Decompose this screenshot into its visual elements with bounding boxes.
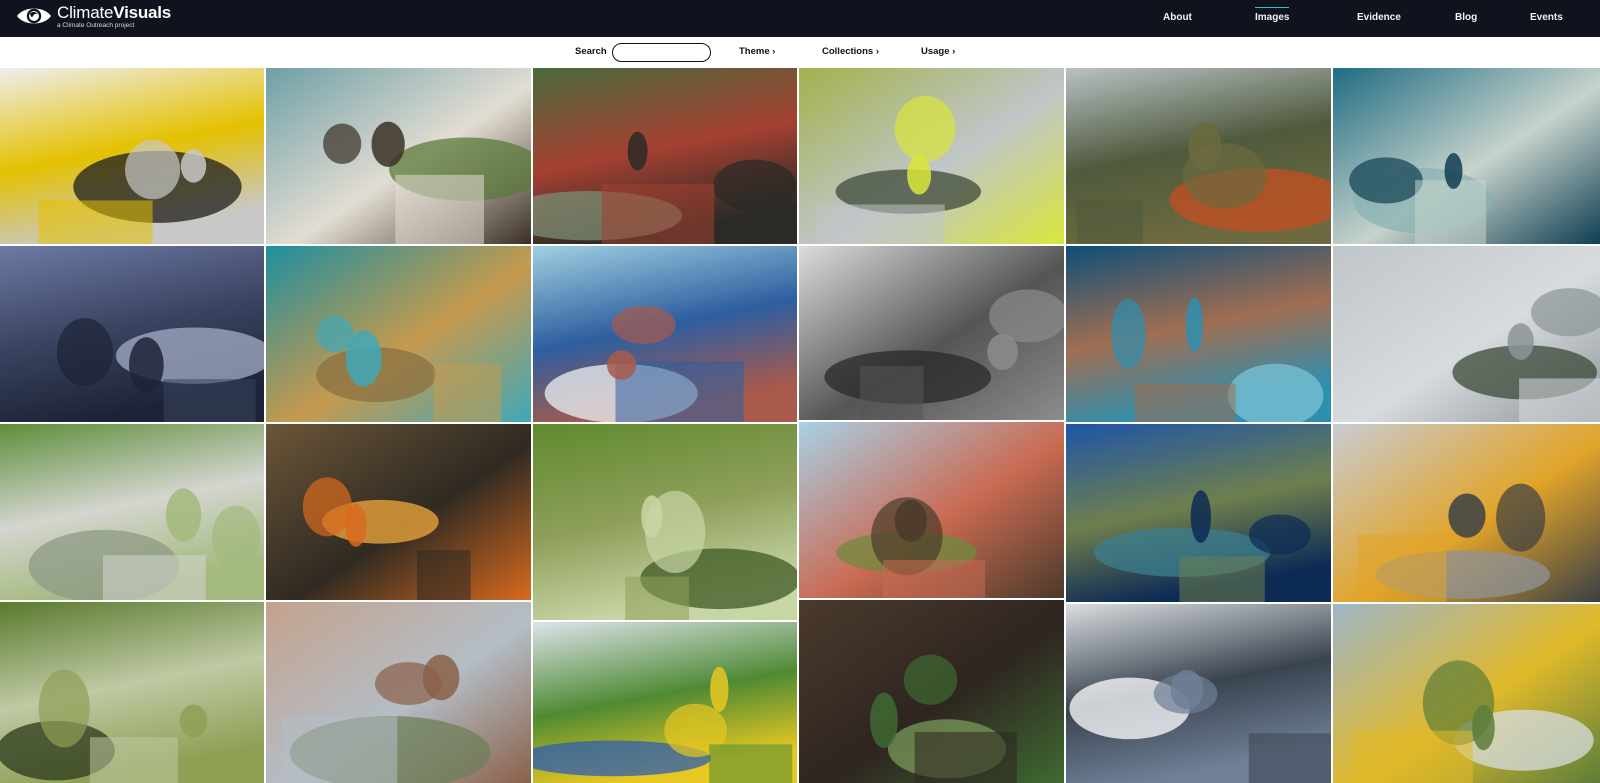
photo-thumbnail [266,424,531,600]
top-nav-bar: ClimateVisuals a Climate Outreach projec… [0,0,1600,37]
photo-thumbnail [0,68,264,244]
photo-thumbnail [1333,246,1600,422]
nav-item-events[interactable]: Events [1530,0,1563,37]
image-tile[interactable] [266,424,531,600]
image-tile[interactable] [1066,604,1331,783]
photo-thumbnail [1333,604,1600,783]
image-tile[interactable] [799,600,1064,783]
photo-thumbnail [533,424,797,620]
search-label: Search [575,46,607,57]
image-tile[interactable] [1066,68,1331,244]
photo-thumbnail [799,68,1064,244]
eye-icon [17,8,51,24]
image-tile[interactable] [1066,424,1331,602]
collections-filter-link[interactable]: Collections › [822,37,879,66]
photo-thumbnail [1066,246,1331,422]
photo-thumbnail [266,246,531,422]
image-tile[interactable] [1066,246,1331,422]
image-tile[interactable] [266,68,531,244]
photo-thumbnail [799,600,1064,783]
nav-item-about[interactable]: About [1163,0,1192,37]
image-tile[interactable] [266,246,531,422]
image-tile[interactable] [533,246,797,422]
filter-bar: Search Theme › Collections › Usage › [0,37,1600,68]
image-tile[interactable] [0,424,264,600]
image-tile[interactable] [1333,604,1600,783]
photo-thumbnail [799,422,1064,598]
image-tile[interactable] [533,424,797,620]
photo-thumbnail [533,622,797,783]
brand-name-bold: Visuals [113,3,172,22]
photo-thumbnail [0,424,264,600]
image-tile[interactable] [0,602,264,783]
image-tile[interactable] [1333,68,1600,244]
search-input[interactable] [612,43,711,62]
nav-item-images[interactable]: Images [1255,0,1290,37]
photo-thumbnail [0,246,264,422]
image-tile[interactable] [533,68,797,244]
photo-thumbnail [1066,424,1331,602]
photo-thumbnail [1066,604,1331,783]
photo-thumbnail [0,602,264,783]
image-grid [0,68,1600,783]
brand-name: ClimateVisuals [57,4,171,21]
photo-thumbnail [1066,68,1331,244]
image-tile[interactable] [1333,424,1600,602]
photo-thumbnail [266,602,531,783]
image-tile[interactable] [0,68,264,244]
theme-filter-link[interactable]: Theme › [739,37,775,66]
nav-item-blog[interactable]: Blog [1455,0,1477,37]
image-tile[interactable] [799,422,1064,598]
image-tile[interactable] [0,246,264,422]
photo-thumbnail [266,68,531,244]
photo-thumbnail [533,68,797,244]
nav-item-evidence[interactable]: Evidence [1357,0,1401,37]
image-tile[interactable] [533,622,797,783]
photo-thumbnail [799,246,1064,420]
photo-thumbnail [533,246,797,422]
brand-tagline: a Climate Outreach project [57,22,135,29]
usage-filter-link[interactable]: Usage › [921,37,955,66]
brand-logo[interactable]: ClimateVisuals a Climate Outreach projec… [16,4,171,34]
brand-name-light: Climate [57,3,114,22]
image-tile[interactable] [799,68,1064,244]
image-tile[interactable] [1333,246,1600,422]
image-tile[interactable] [266,602,531,783]
photo-thumbnail [1333,424,1600,602]
image-tile[interactable] [799,246,1064,420]
photo-thumbnail [1333,68,1600,244]
